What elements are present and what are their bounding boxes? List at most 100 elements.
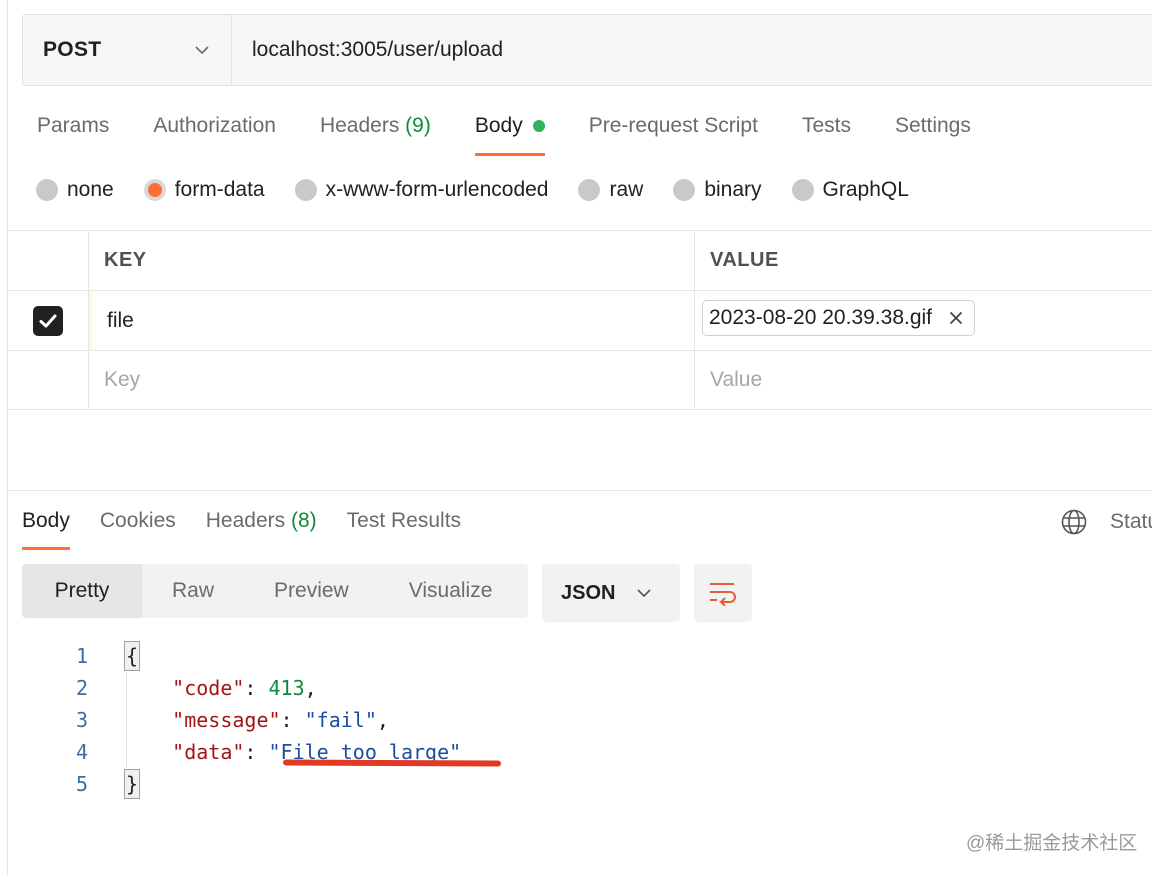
radio-binary[interactable]: binary — [673, 178, 762, 202]
tab-settings-label: Settings — [894, 114, 971, 137]
line-number: 2 — [75, 676, 88, 700]
value-placeholder: Value — [710, 368, 763, 391]
radio-graphql[interactable]: GraphQL — [791, 178, 909, 202]
key-placeholder: Key — [104, 368, 141, 391]
wrap-lines-button[interactable] — [694, 564, 752, 622]
radio-circle — [36, 179, 58, 201]
response-tab-body-label: Body — [22, 509, 70, 532]
view-preview-button[interactable]: Preview — [244, 564, 379, 618]
chevron-down-icon — [195, 46, 209, 55]
response-tab-headers[interactable]: Headers (8) — [206, 505, 317, 550]
checkmark-icon — [39, 314, 57, 327]
new-value-input[interactable]: Value — [695, 351, 1152, 409]
tab-body[interactable]: Body — [474, 110, 545, 156]
radio-circle — [578, 179, 601, 201]
row-enabled-checkbox[interactable] — [33, 305, 63, 336]
url-input[interactable]: localhost:3005/user/upload — [232, 15, 1152, 85]
radio-form-data-label: form-data — [174, 178, 265, 201]
tab-headers-label: Headers — [319, 114, 400, 137]
body-type-radios: none form-data x-www-form-urlencoded raw… — [36, 178, 939, 202]
table-header-row: KEY VALUE — [8, 230, 1152, 290]
body-indicator-dot — [532, 120, 545, 133]
radio-raw[interactable]: raw — [578, 178, 643, 202]
radio-circle — [673, 179, 696, 201]
table-row-empty: Key Value — [8, 350, 1152, 410]
tab-headers[interactable]: Headers (9) — [320, 110, 431, 156]
json-value-message: "fail" — [304, 708, 377, 732]
row-check-cell — [8, 291, 89, 350]
view-pretty-label: Pretty — [54, 579, 110, 602]
response-tab-body[interactable]: Body — [22, 505, 70, 550]
line-number: 4 — [75, 740, 88, 764]
response-divider[interactable] — [8, 490, 1152, 491]
key-column-header: KEY — [89, 231, 695, 290]
radio-none-label: none — [67, 178, 114, 201]
tab-body-label: Body — [474, 114, 523, 137]
line-number: 5 — [75, 772, 88, 796]
watermark: @稀土掘金技术社区 — [966, 833, 1138, 854]
response-tab-cookies[interactable]: Cookies — [100, 505, 176, 550]
url-text: localhost:3005/user/upload — [252, 38, 504, 61]
radio-raw-label: raw — [609, 178, 644, 201]
remove-file-close-icon[interactable] — [948, 310, 964, 326]
json-key-data: "data" — [172, 740, 245, 764]
chevron-down-icon — [637, 589, 652, 598]
tab-authorization-label: Authorization — [153, 114, 276, 137]
close-brace: } — [124, 769, 141, 799]
response-tab-headers-label: Headers — [205, 509, 286, 532]
row-key-cell[interactable]: file — [89, 291, 695, 350]
table-row: file 2023-08-20 20.39.38.gif — [8, 290, 1152, 350]
view-raw-button[interactable]: Raw — [142, 564, 244, 618]
response-view-toggle: Pretty Raw Preview Visualize — [22, 564, 528, 618]
method-dropdown[interactable]: POST — [23, 15, 232, 85]
left-border — [7, 0, 8, 876]
radio-graphql-label: GraphQL — [822, 178, 909, 201]
radio-urlencoded-label: x-www-form-urlencoded — [325, 178, 549, 201]
method-label: POST — [43, 38, 102, 61]
request-url-bar: POST localhost:3005/user/upload — [22, 14, 1152, 86]
response-tabs: Body Cookies Headers (8) Test Results — [22, 505, 491, 550]
radio-binary-label: binary — [704, 178, 762, 201]
view-preview-label: Preview — [274, 579, 349, 602]
request-tabs: Params Authorization Headers (9) Body Pr… — [37, 110, 1015, 156]
wrap-lines-icon — [710, 583, 736, 606]
tab-params[interactable]: Params — [37, 110, 109, 156]
tab-tests-label: Tests — [801, 114, 851, 137]
row-value-cell[interactable]: 2023-08-20 20.39.38.gif — [695, 291, 1152, 350]
radio-circle — [294, 179, 317, 201]
response-tab-cookies-label: Cookies — [99, 509, 176, 532]
json-key-code: "code" — [172, 676, 245, 700]
form-data-table: KEY VALUE file 2023-08-20 20.39.38.gif K… — [8, 230, 1152, 410]
format-dropdown[interactable]: JSON — [542, 564, 680, 622]
format-label: JSON — [561, 581, 616, 604]
radio-circle-selected — [143, 179, 166, 201]
radio-form-data[interactable]: form-data — [143, 178, 265, 202]
tab-prerequest-label: Pre-request Script — [588, 114, 758, 137]
tab-params-label: Params — [37, 114, 110, 137]
response-tab-test-results-label: Test Results — [346, 509, 462, 532]
tab-authorization[interactable]: Authorization — [153, 110, 276, 156]
response-tab-test-results[interactable]: Test Results — [347, 505, 461, 550]
open-brace: { — [124, 641, 141, 671]
view-visualize-label: Visualize — [408, 579, 493, 602]
view-visualize-button[interactable]: Visualize — [379, 564, 523, 618]
tab-prerequest-script[interactable]: Pre-request Script — [589, 110, 758, 156]
view-pretty-button[interactable]: Pretty — [22, 564, 142, 618]
status-label: Statu — [1110, 510, 1152, 533]
header-check-cell — [8, 231, 89, 290]
row-key-text: file — [107, 308, 134, 332]
annotation-underline — [282, 759, 502, 767]
file-name: 2023-08-20 20.39.38.gif — [709, 305, 933, 329]
line-number: 1 — [75, 644, 88, 668]
value-column-header: VALUE — [710, 249, 779, 271]
view-raw-label: Raw — [172, 579, 215, 602]
new-key-input[interactable]: Key — [89, 351, 695, 409]
tab-settings[interactable]: Settings — [895, 110, 971, 156]
radio-none[interactable]: none — [36, 178, 114, 202]
globe-icon[interactable] — [1060, 508, 1088, 536]
radio-circle — [791, 179, 814, 201]
headers-count: (9) — [405, 114, 431, 137]
radio-urlencoded[interactable]: x-www-form-urlencoded — [294, 178, 549, 202]
tab-tests[interactable]: Tests — [802, 110, 851, 156]
json-key-message: "message" — [172, 708, 281, 732]
